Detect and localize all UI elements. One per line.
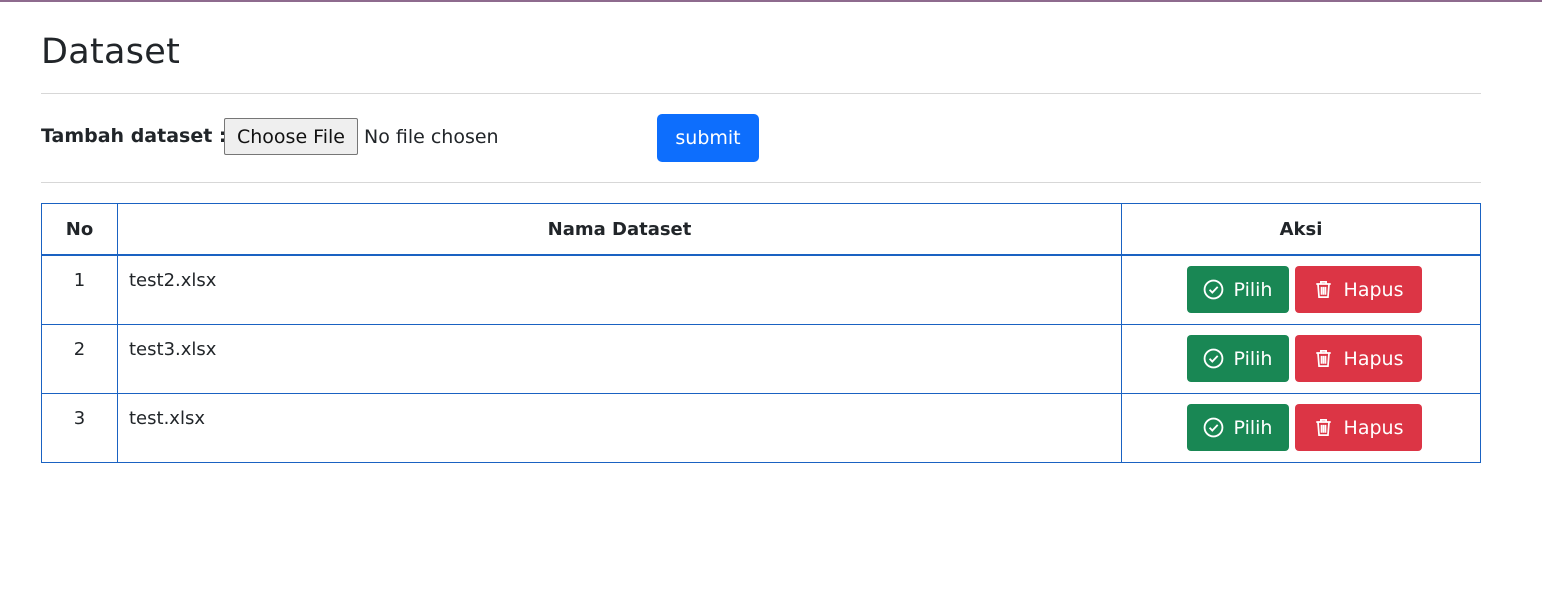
hapus-button[interactable]: Hapus [1294,404,1422,451]
submit-button[interactable]: submit [657,114,759,162]
pilih-label: Pilih [1233,347,1273,370]
choose-file-button[interactable]: Choose File [224,118,358,155]
file-status-text: No file chosen [364,126,499,148]
check-circle-icon [1203,348,1223,369]
trash-icon [1315,419,1331,436]
table-header-row: No Nama Dataset Aksi [41,203,1481,256]
pilih-label: Pilih [1233,278,1273,301]
trash-icon [1315,350,1331,367]
dataset-table: No Nama Dataset Aksi 1 test2.xlsx Pilih [41,203,1481,463]
page-title: Dataset [41,32,181,72]
row-number: 3 [41,393,118,463]
header-actions: Aksi [1121,203,1481,256]
trash-icon [1315,281,1331,298]
row-actions: Pilih Hapus [1121,324,1481,394]
check-circle-icon [1203,279,1223,300]
pilih-label: Pilih [1233,416,1273,439]
table-row: 1 test2.xlsx Pilih Hapus [41,254,1481,325]
divider [41,182,1481,183]
row-number: 1 [41,254,118,325]
dataset-name: test.xlsx [117,393,1122,463]
table-row: 3 test.xlsx Pilih Hapus [41,393,1481,463]
row-actions: Pilih Hapus [1121,254,1481,325]
upload-label: Tambah dataset : [41,125,227,147]
pilih-button[interactable]: Pilih [1186,335,1289,382]
row-actions: Pilih Hapus [1121,393,1481,463]
row-number: 2 [41,324,118,394]
table-row: 2 test3.xlsx Pilih Hapus [41,324,1481,394]
hapus-label: Hapus [1343,278,1404,301]
hapus-button[interactable]: Hapus [1294,266,1422,313]
pilih-button[interactable]: Pilih [1186,266,1289,313]
divider [41,93,1481,94]
dataset-name: test3.xlsx [117,324,1122,394]
header-no: No [41,203,118,256]
hapus-label: Hapus [1343,347,1404,370]
dataset-name: test2.xlsx [117,254,1122,325]
hapus-button[interactable]: Hapus [1294,335,1422,382]
upload-form: Tambah dataset : Choose File No file cho… [41,114,1481,162]
pilih-button[interactable]: Pilih [1186,404,1289,451]
hapus-label: Hapus [1343,416,1404,439]
header-name: Nama Dataset [117,203,1122,256]
check-circle-icon [1203,417,1223,438]
